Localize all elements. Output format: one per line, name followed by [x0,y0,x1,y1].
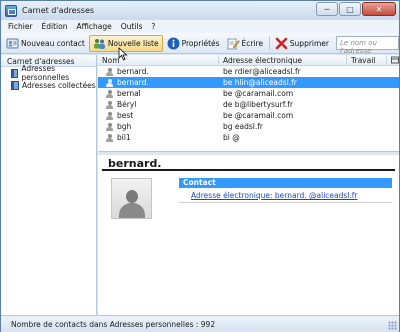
person-icon [106,111,113,120]
pencil-page-icon [227,37,240,50]
person-icon [106,100,113,109]
new-contact-button[interactable]: Nouveau contact [3,35,88,52]
delete-label: Supprimer [289,38,330,48]
email-label: Adresse électronique: [191,191,273,200]
mouse-cursor-icon [118,47,128,61]
info-icon [167,37,180,50]
contact-email-cell: de b@libertysurf.fr [223,100,293,109]
address-book-app-icon [5,4,17,17]
minimize-button[interactable]: ─ [316,2,338,16]
address-book-label: Adresses collectées [22,80,96,90]
address-book-icon [11,68,19,78]
resize-grip[interactable] [388,321,397,330]
person-silhouette-icon [118,188,145,218]
contact-email-link[interactable]: Adresse électronique: bernard. @aliceads… [191,191,358,200]
address-book-label: Adresses personnelles [21,64,70,82]
contact-name: Béryl [117,100,137,109]
person-icon [106,89,113,98]
new-contact-label: Nouveau contact [21,38,85,48]
column-name[interactable]: Nom [98,55,219,65]
contact-row[interactable]: bernal be @caramail.com [98,88,399,99]
menu-help[interactable]: ? [151,22,155,31]
column-picker-icon[interactable] [387,55,399,65]
contact-email-cell: be @caramail.com [223,111,294,120]
window-controls: ─ □ ✕ [316,2,396,16]
contact-name-cell: bernal [98,89,219,98]
contact-row[interactable]: best be @caramail.com [98,110,399,121]
close-button[interactable]: ✕ [362,2,396,16]
title-bar: Carnet d'adresses ─ □ ✕ [1,1,399,20]
toolbar-separator [269,36,270,50]
properties-label: Propriétés [181,38,220,48]
address-book-collected[interactable]: Adresses collectées [1,79,96,91]
people-group-icon [93,37,106,50]
contact-email-cell: bi @ [223,133,240,142]
contact-list-header: Nom Adresse électronique Travail [98,55,399,66]
status-text: Nombre de contacts dans Adresses personn… [11,320,216,329]
contact-name: bernal [117,89,141,98]
contact-photo [111,178,152,219]
address-books-pane: Carnet d'adresses Adresses personnelles … [1,55,97,315]
contact-email-cell: bg eadsl.fr [223,122,263,131]
contact-row[interactable]: Béryl de b@libertysurf.fr [98,99,399,110]
address-book-window: Carnet d'adresses ─ □ ✕ Fichier Édition … [0,0,400,332]
contact-display-name: bernard. [102,155,395,171]
person-icon [106,122,113,131]
contact-card-icon [6,37,19,50]
contact-name: bernard. [117,78,149,87]
delete-button[interactable]: Supprimer [272,35,332,52]
window-title: Carnet d'adresses [22,6,95,15]
column-work[interactable]: Travail [347,55,387,65]
menu-fichier[interactable]: Fichier [8,22,33,31]
menu-affichage[interactable]: Affichage [76,22,111,31]
contact-name: bil1 [117,133,131,142]
email-value: bernard. @aliceadsl.fr [274,191,358,200]
person-icon [106,133,113,142]
red-x-icon [275,37,288,50]
contact-name-cell: best [98,111,219,120]
contact-name-cell: bgh [98,122,219,131]
contact-email-cell: be hlin@aliceadsl.fr [223,78,297,87]
contact-name-cell: bil1 [98,133,219,142]
contact-email-cell: be rdier@aliceadsl.fr [223,67,301,76]
person-icon [106,78,113,87]
menu-outils[interactable]: Outils [121,22,143,31]
menu-bar: Fichier Édition Affichage Outils ? [1,20,399,33]
column-email[interactable]: Adresse électronique [219,55,347,65]
contact-name-cell: Béryl [98,100,219,109]
contact-email-line: Adresse électronique: bernard. @aliceads… [179,190,392,203]
new-list-label: Nouvelle liste [107,38,159,48]
address-book-icon [11,80,19,90]
address-book-personal[interactable]: Adresses personnelles [1,64,96,82]
contact-name: bernard. [117,67,149,76]
toolbar: Nouveau contact Nouvelle liste Propriété… [1,33,399,55]
search-input[interactable]: Le nom ou l'adresse [336,36,399,55]
write-button[interactable]: Écrire [224,35,267,52]
contact-section-header: Contact [179,178,392,188]
status-bar: Nombre de contacts dans Adresses personn… [1,315,399,332]
contact-list: Nom Adresse électronique Travail bernard… [98,55,399,151]
contact-detail-pane: bernard. Contact Adresse électronique: b… [98,155,399,315]
contact-name: bgh [117,122,132,131]
contact-row[interactable]: bernard. be rdier@aliceadsl.fr [98,66,399,77]
maximize-button[interactable]: □ [339,2,361,16]
write-label: Écrire [241,38,264,48]
contact-email-cell: be @caramail.com [223,89,294,98]
contact-name: best [117,111,134,120]
contact-name-cell: bernard. [98,78,219,87]
contact-row[interactable]: bernard. be hlin@aliceadsl.fr [98,77,399,88]
contact-row[interactable]: bil1 bi @ [98,132,399,143]
menu-edition[interactable]: Édition [42,22,68,31]
contact-row[interactable]: bgh bg eadsl.fr [98,121,399,132]
person-icon [106,67,113,76]
properties-button[interactable]: Propriétés [164,35,223,52]
contact-name-cell: bernard. [98,67,219,76]
